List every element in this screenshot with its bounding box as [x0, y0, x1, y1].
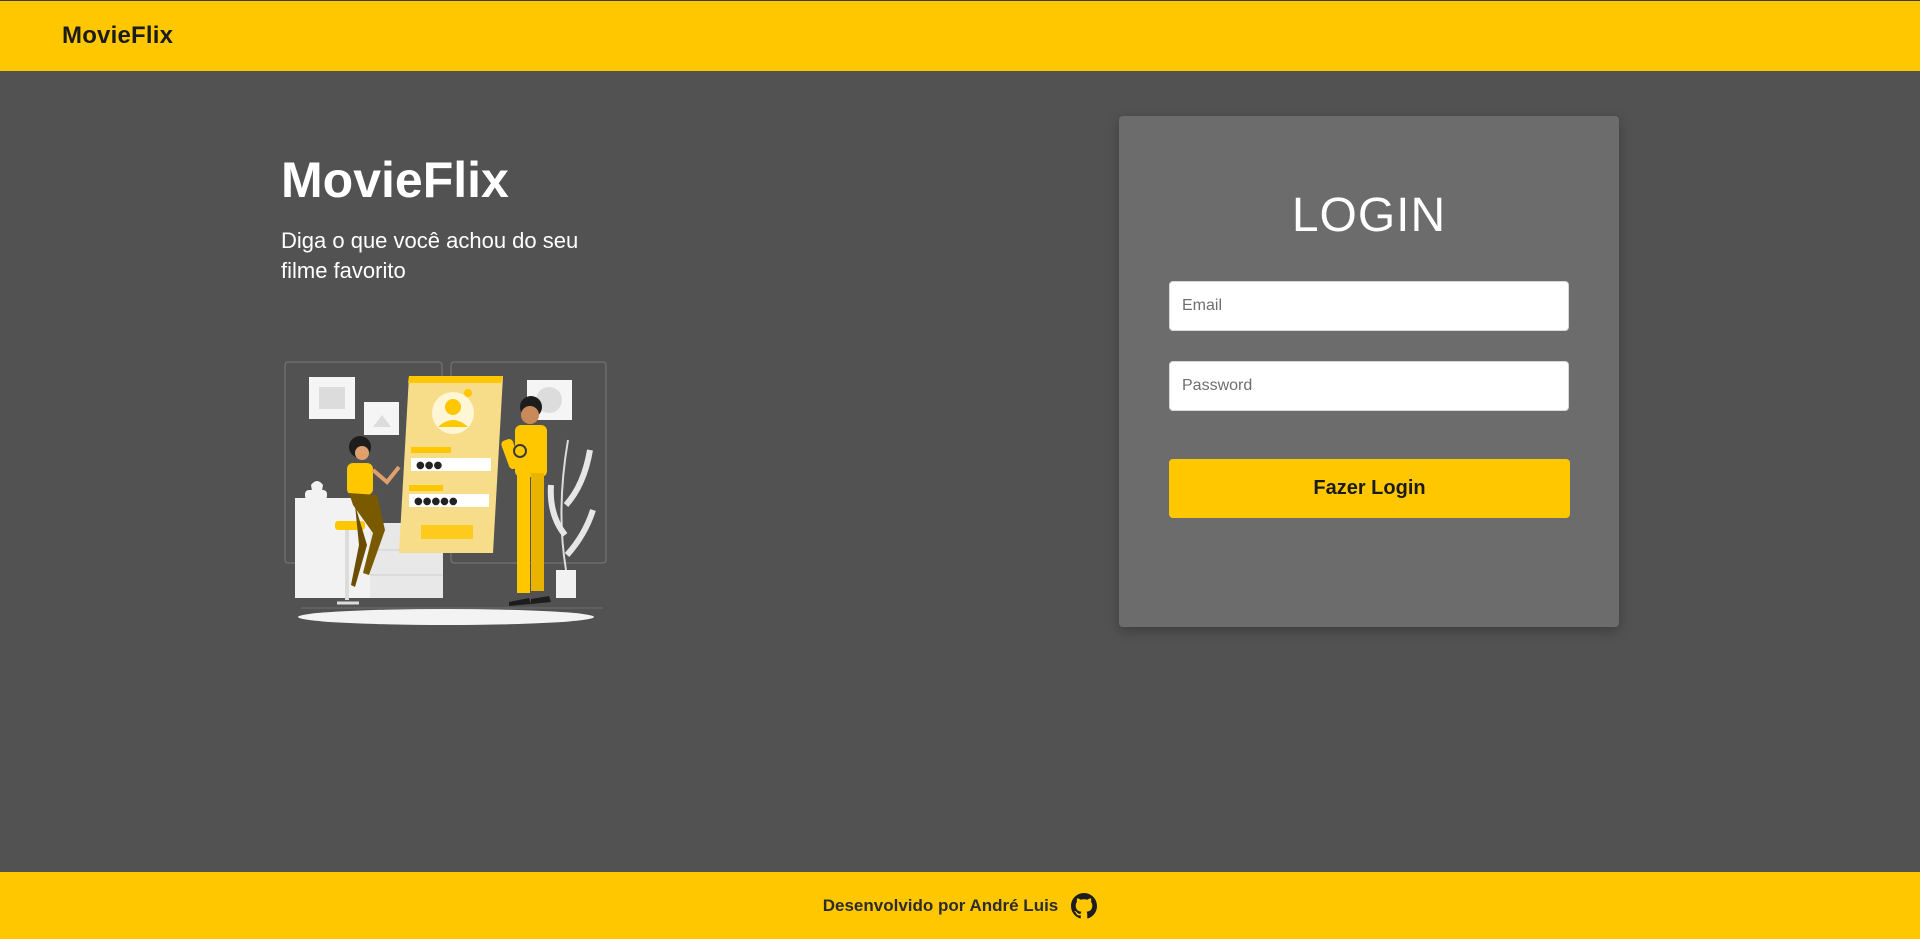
svg-text:●●●●●: ●●●●● — [414, 496, 458, 507]
login-illustration: ●●● ●●●●● — [281, 355, 611, 630]
footer-credit: Desenvolvido por André Luis — [822, 895, 1059, 915]
hero-title: MovieFlix — [281, 152, 509, 208]
email-field[interactable] — [1169, 281, 1569, 331]
hero-subtitle: Diga o que você achou do seu filme favor… — [281, 228, 579, 283]
github-icon[interactable] — [1071, 892, 1098, 919]
nav-brand-link[interactable]: MovieFlix — [62, 22, 173, 50]
password-field[interactable] — [1169, 361, 1569, 411]
login-button[interactable]: Fazer Login — [1169, 459, 1570, 518]
hero-section: MovieFlix Diga o que você achou do seu f… — [281, 150, 701, 286]
footer: Desenvolvido por André Luis — [0, 872, 1920, 939]
login-card: LOGIN Fazer Login — [1119, 116, 1619, 627]
navbar: MovieFlix — [0, 0, 1920, 71]
login-heading: LOGIN — [1291, 189, 1447, 242]
svg-text:●●●: ●●● — [416, 460, 442, 471]
